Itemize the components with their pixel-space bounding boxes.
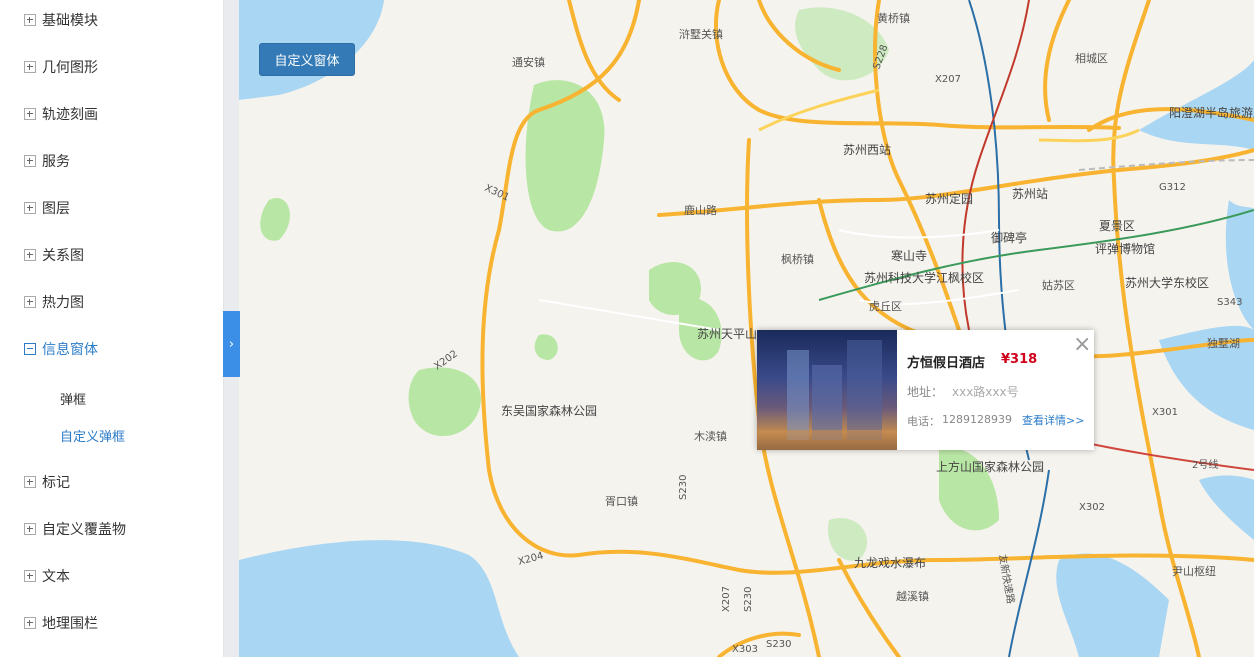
phone-label: 电话： xyxy=(907,415,940,428)
nav-label: 关系图 xyxy=(42,248,84,264)
map-label: 九龙戏水瀑布 xyxy=(854,556,926,570)
nav-label: 文本 xyxy=(42,569,70,585)
map-label: 鹿山路 xyxy=(684,203,717,217)
hotel-price: ¥318 xyxy=(1001,352,1038,367)
nav-label: 基础模块 xyxy=(42,13,98,29)
map-label: 苏州定园 xyxy=(925,191,973,206)
info-window: 方恒假日酒店 ¥318 地址： xxx路xxx号 电话： 1289128939 … xyxy=(757,330,1094,450)
expand-icon xyxy=(24,476,36,488)
sidebar: 基础模块 几何图形 轨迹刻画 服务 图层 关系图 热力图 信息窗体 弹框 自定义… xyxy=(0,0,224,657)
map-label: 虎丘区 xyxy=(869,300,902,313)
expand-icon xyxy=(24,296,36,308)
subnav-item-popup[interactable]: 弹框 xyxy=(60,389,86,408)
nav-label: 轨迹刻画 xyxy=(42,107,98,123)
map-label: 苏州站 xyxy=(1012,187,1048,201)
map-label: 越溪镇 xyxy=(896,589,929,603)
nav-item-marker[interactable]: 标记 xyxy=(0,462,223,502)
subnav-item-custom-popup[interactable]: 自定义弹框 xyxy=(60,426,125,445)
nav-label: 服务 xyxy=(42,154,70,170)
road-label: X302 xyxy=(1079,502,1105,513)
address-value: xxx路xxx号 xyxy=(952,385,1019,399)
expand-icon xyxy=(24,570,36,582)
nav-label: 标记 xyxy=(42,475,70,491)
map-label: 木渎镇 xyxy=(694,429,727,443)
map-label: 评弹博物馆 xyxy=(1095,241,1155,256)
nav-item-overlay[interactable]: 自定义覆盖物 xyxy=(0,509,223,549)
map-label: 御碑亭 xyxy=(991,230,1027,245)
map-label: 寒山寺 xyxy=(891,248,927,263)
map-label: 苏州西站 xyxy=(843,143,891,157)
nav-item-track[interactable]: 轨迹刻画 xyxy=(0,94,223,134)
hotel-image xyxy=(757,330,897,450)
expand-icon xyxy=(24,61,36,73)
hotel-name: 方恒假日酒店 xyxy=(907,356,986,371)
expand-icon xyxy=(24,249,36,261)
road-label: S343 xyxy=(1217,297,1242,308)
road-label: X301 xyxy=(1152,407,1178,418)
map-label: 通安镇 xyxy=(512,55,545,69)
nav-item-heatmap[interactable]: 热力图 xyxy=(0,282,223,322)
nav-label: 信息窗体 xyxy=(42,342,98,358)
nav-item-service[interactable]: 服务 xyxy=(0,141,223,181)
nav-label: 图层 xyxy=(42,201,70,217)
map-graphics: 浒墅关镇 通安镇 苏州西站 苏州定园 苏州站 鹿山路 枫桥镇 寒山寺 苏州科技大… xyxy=(239,0,1254,657)
expand-icon xyxy=(24,108,36,120)
sidebar-toggle-button[interactable]: › xyxy=(223,311,240,377)
road-label: X207 xyxy=(935,74,961,85)
map-label: 东吴国家森林公园 xyxy=(501,403,597,418)
nav-item-geofence[interactable]: 地理围栏 xyxy=(0,603,223,643)
nav-label: 几何图形 xyxy=(42,60,98,76)
phone-value: 1289128939 xyxy=(942,413,1012,426)
map-label: 夏景区 xyxy=(1099,219,1135,233)
chevron-right-icon: › xyxy=(228,336,235,352)
map-label: 相城区 xyxy=(1075,52,1108,65)
close-icon[interactable]: × xyxy=(1073,332,1091,357)
nav-label: 自定义覆盖物 xyxy=(42,522,126,538)
collapse-icon xyxy=(24,343,36,355)
view-details-link[interactable]: 查看详情>> xyxy=(1022,412,1084,428)
nav-item-layer[interactable]: 图层 xyxy=(0,188,223,228)
map-label: 独墅湖 xyxy=(1207,337,1240,350)
nav-item-text[interactable]: 文本 xyxy=(0,556,223,596)
expand-icon xyxy=(24,523,36,535)
map-label: 苏州科技大学江枫校区 xyxy=(864,270,984,285)
map-label: 枫桥镇 xyxy=(781,252,814,266)
custom-window-button[interactable]: 自定义窗体 xyxy=(259,43,355,76)
nav-item-relation[interactable]: 关系图 xyxy=(0,235,223,275)
road-label: X207 xyxy=(721,586,732,612)
expand-icon xyxy=(24,155,36,167)
map-label: 姑苏区 xyxy=(1042,279,1075,292)
road-label: S230 xyxy=(678,475,689,500)
map-canvas[interactable]: 浒墅关镇 通安镇 苏州西站 苏州定园 苏州站 鹿山路 枫桥镇 寒山寺 苏州科技大… xyxy=(239,0,1254,657)
road-label: 2号线 xyxy=(1192,458,1218,471)
nav-item-infowindow[interactable]: 信息窗体 xyxy=(0,329,223,369)
expand-icon xyxy=(24,617,36,629)
expand-icon xyxy=(24,14,36,26)
road-label: G312 xyxy=(1159,182,1186,193)
road-label: X303 xyxy=(732,644,758,655)
nav-label: 地理围栏 xyxy=(42,616,98,632)
nav-item-geometry[interactable]: 几何图形 xyxy=(0,47,223,87)
road-label: S230 xyxy=(766,639,791,650)
expand-icon xyxy=(24,202,36,214)
nav-item-basic[interactable]: 基础模块 xyxy=(0,0,223,40)
road-label: S230 xyxy=(743,587,754,612)
map-label: 胥口镇 xyxy=(605,494,638,508)
map-label: 尹山枢纽 xyxy=(1172,564,1216,578)
nav-label: 热力图 xyxy=(42,295,84,311)
map-label: 阳澄湖半岛旅游度 xyxy=(1169,105,1254,120)
address-label: 地址： xyxy=(907,385,944,399)
map-label: 苏州天平山 xyxy=(697,327,757,341)
map-label: 苏州大学东校区 xyxy=(1125,275,1209,290)
map-label: 上方山国家森林公园 xyxy=(936,459,1044,474)
map-label: 浒墅关镇 xyxy=(679,27,723,41)
map-label: 黄桥镇 xyxy=(877,11,910,25)
